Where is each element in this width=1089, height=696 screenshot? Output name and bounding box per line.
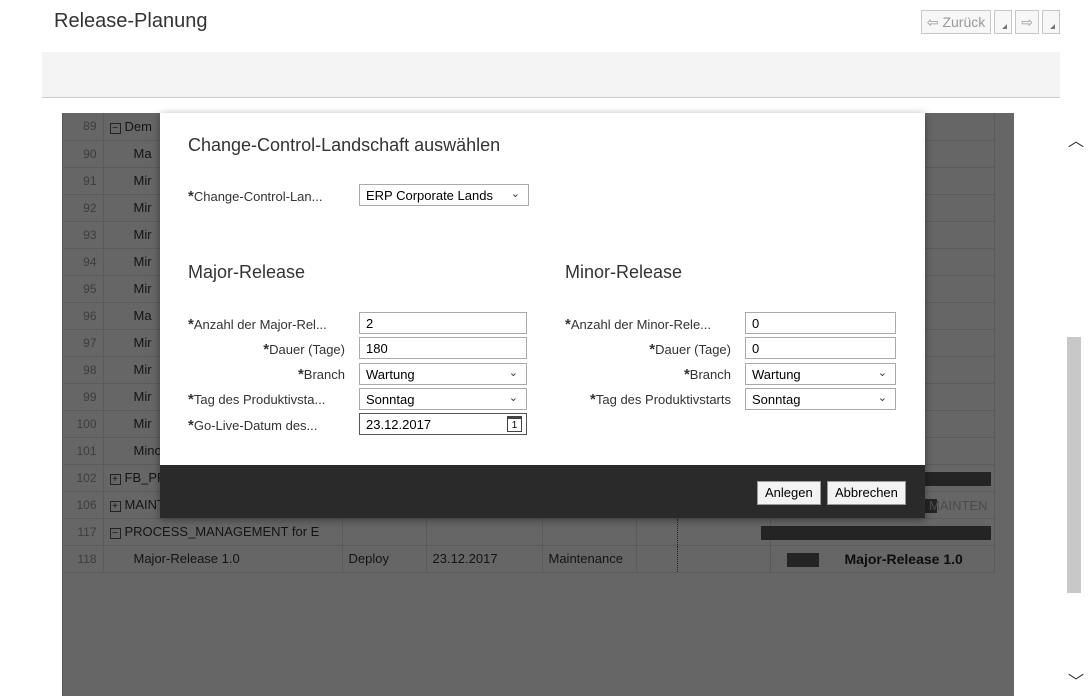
page-title: Release-Planung <box>54 10 208 32</box>
back-button[interactable]: ⇦ Zurück <box>920 10 992 34</box>
forward-button[interactable]: ⇨ <box>1015 10 1039 34</box>
landscape-select[interactable]: ERP Corporate Lands ⌄ <box>359 184 529 206</box>
minor-release-heading: Minor-Release <box>565 262 683 282</box>
back-button-label: Zurück <box>942 14 986 30</box>
major-branch-label: *Branch <box>297 366 345 383</box>
minor-branch-label: *Branch <box>683 366 731 383</box>
navigation-controls: ⇦ Zurück ⇨ <box>920 10 1060 34</box>
scroll-up-icon[interactable]: ︿ <box>1068 127 1084 151</box>
major-day-label: *Tag des Produktivsta... <box>188 391 326 408</box>
major-count-label: *Anzahl der Major-Rel... <box>188 316 327 333</box>
major-duration-input[interactable] <box>359 337 527 359</box>
cancel-button[interactable]: Abbrechen <box>827 481 906 505</box>
major-duration-label: *Dauer (Tage) <box>263 341 345 358</box>
create-button[interactable]: Anlegen <box>757 481 821 505</box>
minor-day-select[interactable]: Sonntag ⌄ <box>745 388 896 410</box>
minor-duration-input[interactable] <box>745 337 896 359</box>
landscape-dialog: Change-Control-Landschaft auswählen *Cha… <box>160 113 925 518</box>
golive-date-input[interactable]: 23.12.2017 1 <box>359 413 527 435</box>
major-golive-label: *Go-Live-Datum des... <box>188 417 318 434</box>
page-header: Release-Planung ⇦ Zurück ⇨ <box>40 0 1060 52</box>
forward-arrow-icon: ⇨ <box>1021 13 1033 30</box>
chevron-down-icon: ⌄ <box>508 392 518 404</box>
minor-duration-label: *Dauer (Tage) <box>649 341 731 358</box>
dialog-title: Change-Control-Landschaft auswählen <box>188 135 501 155</box>
minor-count-input[interactable] <box>745 312 896 334</box>
calendar-icon[interactable]: 1 <box>507 416 522 432</box>
minor-count-label: *Anzahl der Minor-Rele... <box>565 316 712 333</box>
forward-history-dropdown[interactable] <box>1042 10 1060 34</box>
back-history-dropdown[interactable] <box>994 10 1013 34</box>
landscape-label: *Change-Control-Lan... <box>188 188 323 205</box>
scroll-thumb[interactable] <box>1067 337 1081 593</box>
toolbar <box>42 52 1060 98</box>
major-release-heading: Major-Release <box>188 262 306 282</box>
minor-branch-select[interactable]: Wartung ⌄ <box>745 363 896 385</box>
major-day-select[interactable]: Sonntag ⌄ <box>359 388 527 410</box>
chevron-down-icon: ⌄ <box>508 367 518 379</box>
scroll-down-icon[interactable]: ﹀ <box>1068 668 1084 692</box>
dialog-footer: Anlegen Abbrechen <box>160 465 925 518</box>
minor-day-label: *Tag des Produktivstarts <box>590 391 731 408</box>
chevron-down-icon: ⌄ <box>877 367 887 379</box>
major-branch-select[interactable]: Wartung ⌄ <box>359 363 527 385</box>
chevron-down-icon: ⌄ <box>877 392 887 404</box>
major-count-input[interactable] <box>359 312 527 334</box>
chevron-down-icon: ⌄ <box>510 188 520 200</box>
vertical-scrollbar[interactable]: ︿ ﹀ <box>1062 113 1089 696</box>
back-arrow-icon: ⇦ <box>926 13 939 30</box>
